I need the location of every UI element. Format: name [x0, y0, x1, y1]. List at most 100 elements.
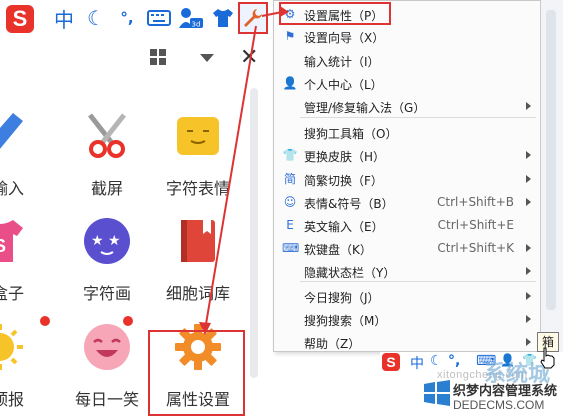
watermark-site: DEDECMS.COM [453, 398, 545, 412]
keyboard-icon[interactable] [145, 4, 173, 32]
chinese-mode-icon[interactable]: 中 [50, 4, 78, 32]
menu-item-icon [282, 311, 298, 327]
submenu-arrow-icon [526, 102, 531, 110]
panel-header: ✕ [0, 38, 270, 78]
punctuation-icon-small[interactable]: °, [448, 353, 460, 369]
menu-item-label: 管理/修复输入法（G） [304, 101, 426, 115]
stars-face-icon: ★ ★ [84, 218, 130, 264]
tile-label: 字符画 [82, 284, 131, 303]
svg-text:3d: 3d [192, 21, 201, 29]
windows-logo-icon [424, 380, 450, 406]
user-badge-icon[interactable]: 3d [177, 4, 205, 32]
menu-item-icon [282, 52, 298, 68]
menu-item-icon: 👕 [282, 148, 298, 162]
tool-daily-joke[interactable]: 每日一笑 [57, 314, 157, 419]
shirt-icon[interactable] [209, 4, 237, 32]
menu-item-label: 简繁切换（F） [304, 174, 383, 188]
right-strip [541, 0, 563, 352]
tile-label: 快盒子 [0, 284, 24, 303]
laughing-face-icon [84, 324, 130, 370]
menu-separator [300, 117, 536, 118]
menu-item-12[interactable]: 今日搜狗（J） [274, 285, 540, 308]
tile-label: 每日一笑 [74, 390, 139, 409]
menu-item-label: 个人中心（L） [304, 78, 383, 92]
menu-item-icon: ☺ [283, 195, 297, 209]
scissors-icon [88, 113, 126, 158]
submenu-arrow-icon [526, 338, 531, 346]
chevron-down-icon[interactable] [200, 54, 214, 62]
tool-char-art[interactable]: ★ ★ 字符画 [57, 208, 157, 313]
tile-label: 细胞词库 [165, 284, 230, 303]
panel-scrollbar[interactable] [250, 88, 258, 378]
tool-cell-dictionary[interactable]: 细胞词库 [148, 208, 248, 313]
menu-item-shortcut: Ctrl+Shift+B [437, 195, 514, 209]
tile-label: 字符表情 [165, 179, 230, 198]
menu-item-3[interactable]: 👤 个人中心（L） [274, 72, 540, 95]
tool-screenshot[interactable]: 截屏 [57, 103, 157, 208]
svg-text:S: S [0, 236, 6, 256]
chinese-mode-icon-small[interactable]: 中 [410, 353, 424, 373]
menu-item-shortcut: Ctrl+Shift+K [437, 241, 514, 255]
tool-weather[interactable]: 日预报 [0, 314, 50, 419]
menu-item-13[interactable]: 搜狗搜索（M） [274, 308, 540, 331]
tool-symbol-input[interactable]: 号输入 [0, 103, 50, 208]
menu-item-7[interactable]: 简简繁切换（F） [274, 168, 540, 191]
menu-item-4[interactable]: 管理/修复输入法（G） [274, 95, 540, 118]
watermark-title: 织梦内容管理系统 [453, 384, 558, 399]
menu-item-6[interactable]: 👕 更换皮肤（H） [274, 144, 540, 167]
menu-item-label: 设置向导（X） [304, 31, 385, 45]
submenu-arrow-icon [526, 267, 531, 275]
ime-status-bar: S 中 ☾ °, 3d [0, 0, 270, 39]
menu-item-label: 软键盘（K） [304, 243, 372, 257]
menu-item-11[interactable]: 隐藏状态栏（Y） [274, 260, 540, 283]
menu-item-9[interactable]: E 英文输入（E） Ctrl+Shift+E [274, 214, 540, 237]
tile-label: 号输入 [0, 179, 24, 198]
submenu-arrow-icon [526, 198, 531, 206]
menu-item-label: 输入统计（I） [304, 55, 380, 69]
menu-item-icon: ⌨ [282, 241, 300, 255]
menu-item-label: 今日搜狗（J） [304, 291, 380, 305]
menu-item-icon [282, 98, 298, 114]
pencil-icon [0, 113, 23, 149]
menu-item-14[interactable]: 帮助（Z） [274, 331, 540, 354]
menu-item-label: 帮助（Z） [304, 337, 361, 351]
moon-icon[interactable]: ☾ [82, 4, 110, 32]
menu-item-label: 表情&符号（B） [304, 197, 394, 211]
menu-item-label: 更换皮肤（H） [304, 150, 386, 164]
menu-item-label: 英文输入（E） [304, 220, 384, 234]
right-scrollbar[interactable] [546, 10, 556, 310]
moon-icon-small[interactable]: ☾ [430, 353, 443, 369]
grid-view-icon[interactable] [150, 49, 166, 65]
tool-char-emoticon[interactable]: 字符表情 [148, 103, 248, 208]
submenu-arrow-icon [526, 175, 531, 183]
submenu-arrow-icon [526, 315, 531, 323]
menu-item-10[interactable]: ⌨ 软键盘（K） Ctrl+Shift+K [274, 237, 540, 260]
menu-item-icon [282, 334, 298, 350]
sogou-logo-small[interactable]: S [382, 353, 400, 371]
svg-text:★: ★ [108, 233, 121, 249]
menu-item-icon [282, 288, 298, 304]
punctuation-icon[interactable]: °, [113, 4, 141, 32]
menu-item-icon [282, 263, 298, 279]
menu-item-icon: ⚑ [284, 29, 296, 43]
menu-item-label: 搜狗工具箱（O） [304, 127, 398, 141]
tool-quick-box[interactable]: S 快盒子 [0, 208, 50, 313]
menu-item-icon: E [286, 218, 294, 232]
menu-item-label: 隐藏状态栏（Y） [304, 266, 396, 280]
menu-item-icon [282, 124, 298, 140]
menu-item-label: 搜狗搜索（M） [304, 314, 387, 328]
submenu-arrow-icon [526, 244, 531, 252]
menu-item-8[interactable]: ☺ 表情&符号（B） Ctrl+Shift+B [274, 191, 540, 214]
menu-item-2[interactable]: 输入统计（I） [274, 49, 540, 72]
attribute-settings-highlight [148, 330, 245, 416]
submenu-arrow-icon [526, 151, 531, 159]
hand-cursor-icon [540, 347, 555, 369]
menu-item-5[interactable]: 搜狗工具箱（O） [274, 121, 540, 144]
emoticon-box-icon [177, 117, 219, 155]
menu-separator [300, 281, 536, 282]
menu-item-1[interactable]: ⚑ 设置向导（X） [274, 25, 540, 48]
sogou-logo[interactable]: S [6, 5, 34, 33]
close-icon[interactable]: ✕ [240, 44, 258, 70]
wrench-icon[interactable] [239, 4, 267, 32]
settings-item-highlight [279, 2, 391, 25]
